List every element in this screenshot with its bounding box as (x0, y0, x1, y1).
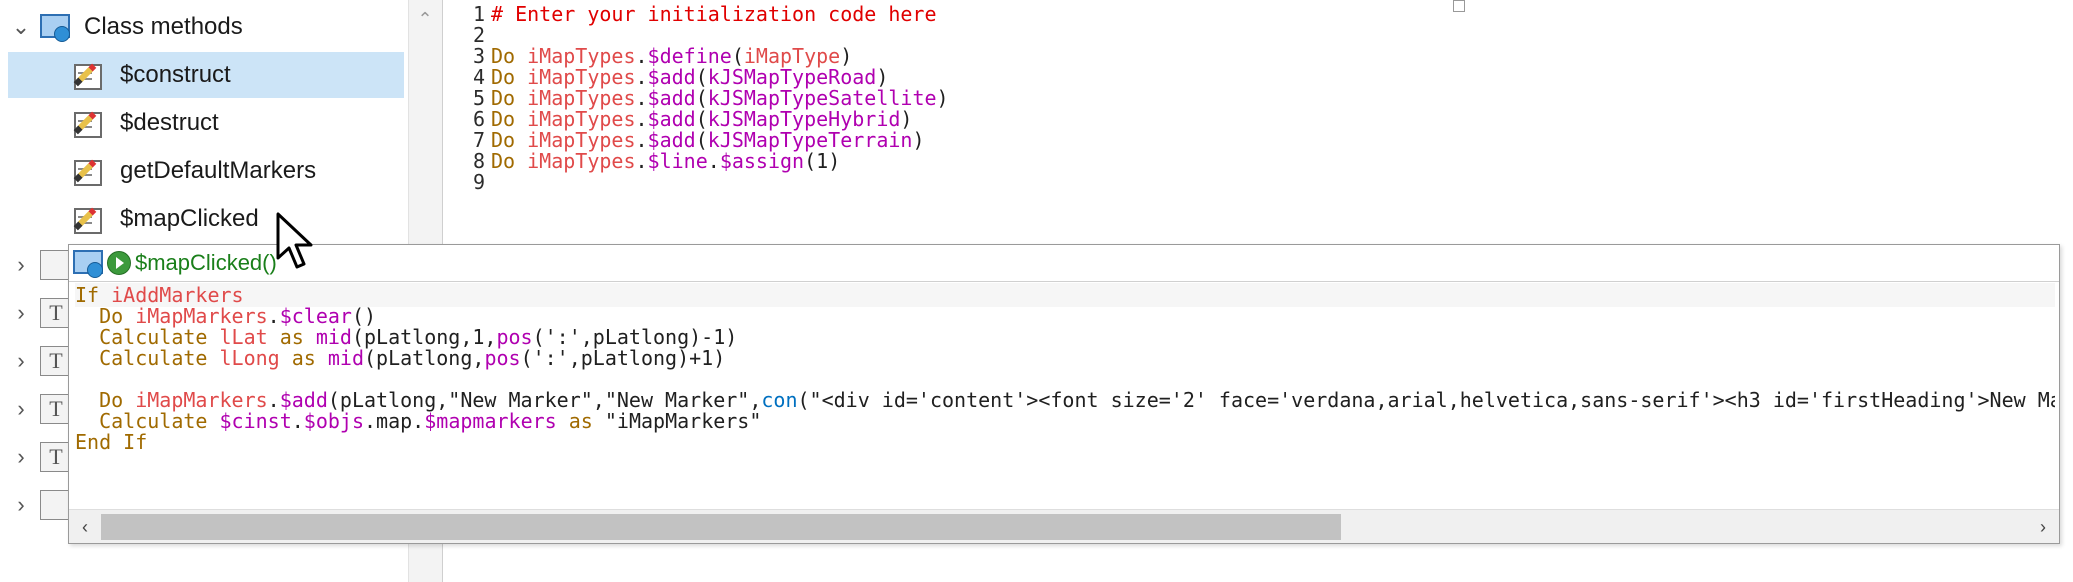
tree-item-label: $mapClicked (120, 205, 259, 232)
chevron-right-icon[interactable]: › (8, 444, 34, 470)
tree-item-label: $destruct (120, 109, 219, 136)
code-token: Do (491, 149, 528, 173)
code-token: ("<div id='content'><font size='2' face=… (797, 388, 2056, 412)
chevron-down-icon[interactable]: ⌄ (8, 14, 34, 40)
code-line[interactable]: # Enter your initialization code here (491, 2, 937, 26)
code-token: (pLatlong, (364, 346, 485, 370)
code-token: . (635, 149, 648, 173)
code-line[interactable]: Do iMapTypes.$line.$assign(1) (491, 149, 840, 173)
line-number: 9 (472, 170, 485, 194)
code-token: as (556, 409, 605, 433)
method-edit-icon (72, 60, 104, 90)
code-token: $line (647, 149, 708, 173)
mouse-pointer-icon (276, 212, 313, 269)
popup-header: $mapClicked() (69, 245, 2059, 282)
class-icon (71, 248, 103, 278)
tree-item-method[interactable]: $construct (8, 52, 404, 98)
chevron-right-icon[interactable]: › (8, 300, 34, 326)
splitter-handle[interactable] (1453, 0, 1465, 12)
code-token: "iMapMarkers" (604, 409, 762, 433)
chevron-right-icon[interactable]: › (8, 348, 34, 374)
code-token: Calculate (75, 346, 220, 370)
tree-item-label: getDefaultMarkers (120, 157, 317, 184)
code-token: ) (936, 86, 949, 110)
tree-item-label: $construct (120, 61, 231, 88)
code-token: mid (327, 346, 365, 370)
chevron-right-icon[interactable]: › (8, 252, 34, 278)
code-token: . (291, 409, 304, 433)
method-edit-icon (72, 156, 104, 186)
chevron-right-icon[interactable]: › (8, 396, 34, 422)
tree-group-class-methods[interactable]: ⌄ Class methods (0, 4, 408, 50)
popup-code-line: Calculate $cinst.$objs.map.$mapmarkers a… (75, 409, 761, 433)
code-token: con (761, 388, 798, 412)
scroll-left-icon[interactable]: ‹ (75, 516, 95, 538)
code-token: iMapTypes (527, 149, 636, 173)
code-token: # Enter your initialization code here (491, 2, 937, 26)
code-token: . (707, 149, 720, 173)
scroll-right-icon[interactable]: › (2033, 516, 2053, 538)
tree-item-method[interactable]: $mapClicked (8, 196, 404, 242)
scrollbar-thumb[interactable] (101, 514, 1341, 540)
code-token: $assign (719, 149, 805, 173)
chevron-right-icon[interactable]: › (8, 492, 34, 518)
popup-code-line: End If (75, 430, 147, 454)
method-edit-icon (72, 108, 104, 138)
code-token: as (279, 346, 328, 370)
code-token: End If (75, 430, 148, 454)
horizontal-scrollbar[interactable]: ‹ › (69, 509, 2059, 543)
code-token: $objs (303, 409, 365, 433)
play-icon (107, 251, 131, 275)
class-methods-icon (38, 12, 70, 42)
tree-item-method[interactable]: $destruct (8, 100, 404, 146)
popup-title: $mapClicked() (135, 250, 277, 275)
code-token: pos (484, 346, 521, 370)
tree-item-method[interactable]: getDefaultMarkers (8, 148, 404, 194)
code-token: (1) (804, 149, 841, 173)
code-token: ) (912, 128, 925, 152)
method-preview-popup: $mapClicked() If iAddMarkers Do iMapMark… (68, 244, 2060, 544)
code-token: (':',pLatlong)+1) (520, 346, 726, 370)
tree-group-label: Class methods (84, 13, 243, 40)
method-edit-icon (72, 204, 104, 234)
code-token: $mapmarkers (424, 409, 557, 433)
chevron-up-icon[interactable]: ⌃ (414, 8, 436, 30)
popup-code-line: Calculate lLong as mid(pLatlong,pos(':',… (75, 346, 725, 370)
code-token: .map. (364, 409, 425, 433)
code-token: lLong (219, 346, 280, 370)
code-token: $cinst (219, 409, 292, 433)
popup-code: If iAddMarkers Do iMapMarkers.$clear() C… (75, 283, 2055, 507)
